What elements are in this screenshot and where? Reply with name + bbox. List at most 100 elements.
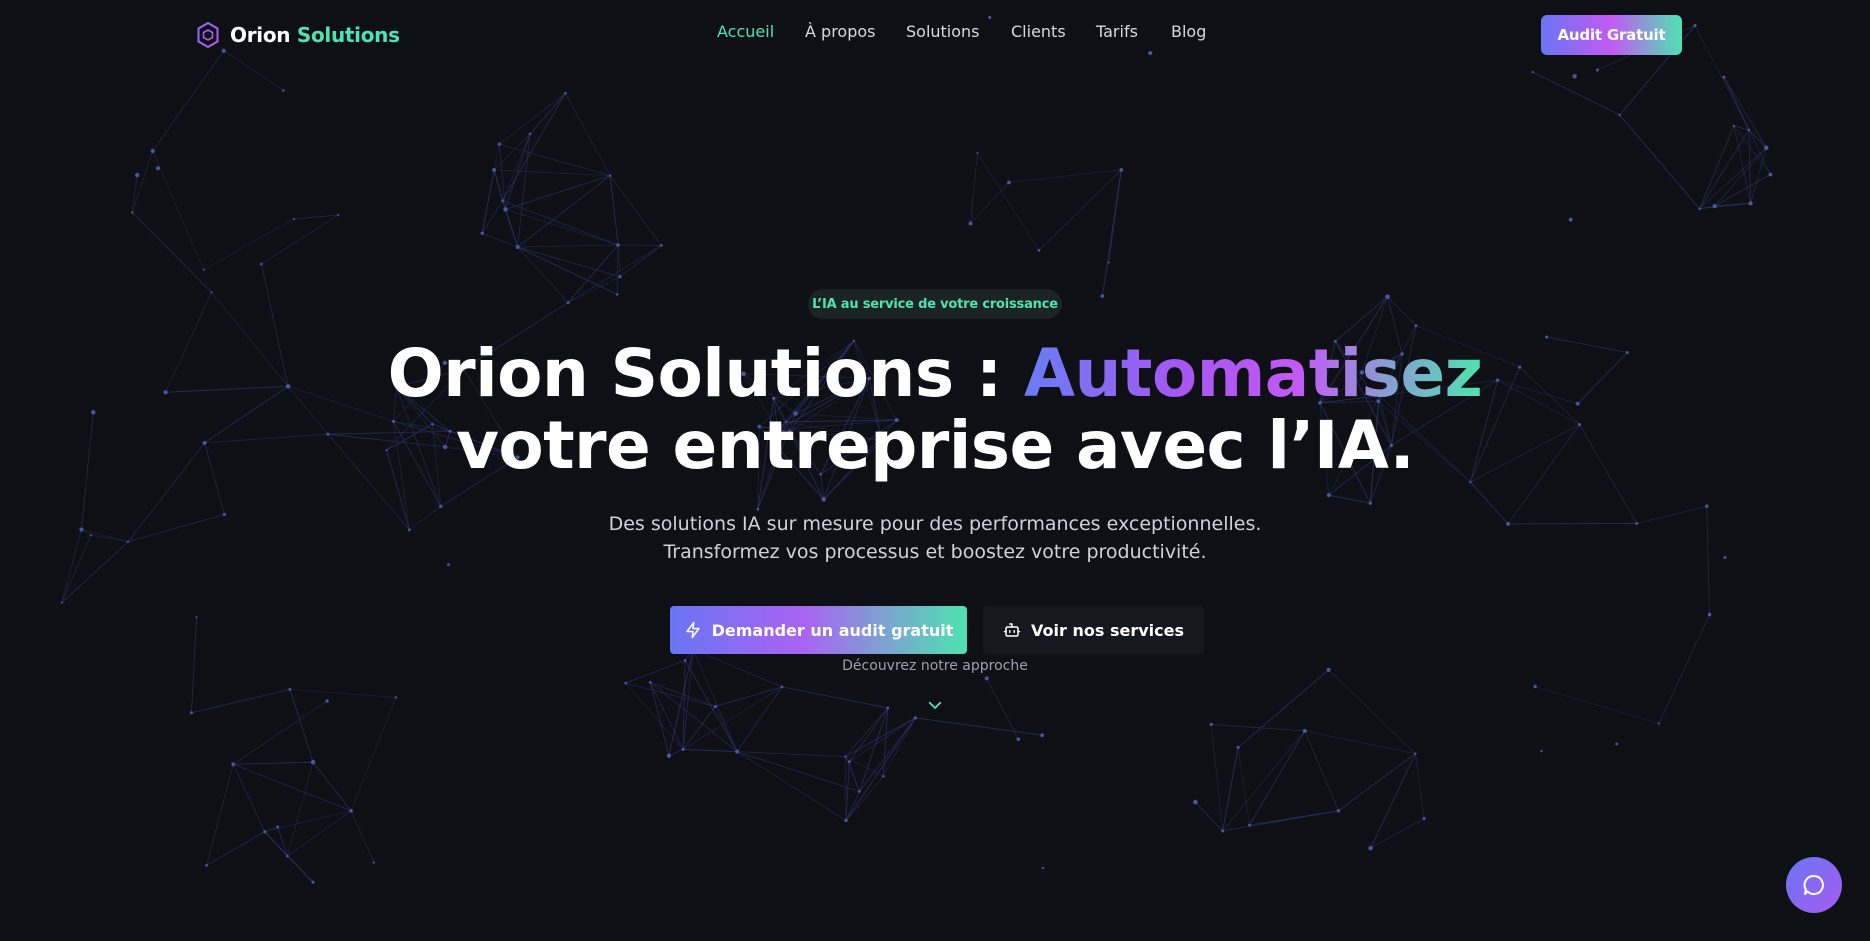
network-node xyxy=(292,217,295,221)
network-line xyxy=(1532,71,1620,116)
network-node xyxy=(847,760,851,764)
nav-item-a-propos[interactable]: À propos xyxy=(805,22,875,41)
network-line xyxy=(1008,169,1122,183)
chat-button[interactable] xyxy=(1786,857,1842,913)
hero-title-part1: Orion Solutions : xyxy=(387,335,1025,412)
network-line xyxy=(287,762,314,857)
network-node xyxy=(1531,70,1534,74)
network-line xyxy=(844,756,860,792)
audit-gratuit-button[interactable]: Audit Gratuit xyxy=(1541,15,1682,55)
network-node xyxy=(1768,172,1773,177)
network-line xyxy=(232,700,328,765)
request-audit-label: Demander un audit gratuit xyxy=(711,620,954,640)
network-node xyxy=(984,676,989,681)
network-line xyxy=(81,412,94,530)
network-line xyxy=(565,93,611,176)
network-node xyxy=(1712,204,1717,209)
network-node xyxy=(1506,522,1510,526)
network-node xyxy=(648,681,652,684)
network-node xyxy=(1732,124,1736,128)
network-line xyxy=(1222,747,1239,832)
nav-item-solutions[interactable]: Solutions xyxy=(906,22,980,41)
network-node xyxy=(222,512,226,516)
network-line xyxy=(287,810,352,857)
network-node xyxy=(439,504,443,509)
network-line xyxy=(204,442,225,515)
view-services-button[interactable]: Voir nos services xyxy=(983,606,1204,654)
network-line xyxy=(1370,753,1416,849)
network-line xyxy=(517,246,618,295)
network-node xyxy=(1540,749,1543,753)
network-node xyxy=(1748,201,1753,206)
network-line xyxy=(845,776,884,821)
network-line xyxy=(1387,296,1417,326)
network-line xyxy=(204,385,289,444)
network-node xyxy=(1302,728,1307,733)
network-line xyxy=(191,688,291,714)
network-line xyxy=(517,244,619,248)
network-node xyxy=(394,696,398,699)
network-line xyxy=(264,831,288,857)
network-line xyxy=(668,749,684,757)
network-node xyxy=(1368,501,1372,505)
hero-title: Orion Solutions : Automatisez votre entr… xyxy=(300,338,1570,482)
network-line xyxy=(1723,76,1767,148)
network-node xyxy=(528,132,532,136)
network-node xyxy=(202,440,207,445)
network-line xyxy=(1619,114,1700,210)
chevron-down-icon[interactable] xyxy=(926,696,944,714)
network-line xyxy=(609,175,619,246)
nav-item-blog[interactable]: Blog xyxy=(1171,22,1206,41)
network-line xyxy=(616,245,619,295)
network-line xyxy=(970,152,978,224)
network-line xyxy=(260,263,289,387)
network-node xyxy=(189,711,193,715)
network-line xyxy=(844,756,847,821)
network-line xyxy=(493,133,531,171)
network-line xyxy=(1237,669,1329,748)
network-node xyxy=(1040,733,1045,738)
network-line xyxy=(1038,169,1122,251)
network-node xyxy=(131,211,134,214)
network-line xyxy=(1249,730,1306,826)
network-line xyxy=(736,751,847,821)
network-line xyxy=(1699,125,1735,209)
network-line xyxy=(1237,747,1250,826)
network-node xyxy=(1747,128,1751,132)
network-line xyxy=(714,706,738,752)
network-node xyxy=(844,818,848,823)
network-node xyxy=(735,749,740,754)
network-node xyxy=(615,293,619,296)
network-line xyxy=(502,92,566,201)
network-node xyxy=(1100,294,1105,298)
network-node xyxy=(1533,684,1537,689)
network-line xyxy=(505,175,611,210)
network-line xyxy=(206,831,266,866)
nav-item-accueil[interactable]: Accueil xyxy=(717,22,774,41)
network-node xyxy=(163,390,168,395)
network-node xyxy=(968,221,973,226)
network-node xyxy=(503,207,508,212)
network-line xyxy=(152,150,205,270)
network-node xyxy=(1723,556,1727,559)
network-node xyxy=(1618,113,1621,117)
network-line xyxy=(350,810,375,863)
network-line xyxy=(915,717,1043,736)
nav-item-tarifs[interactable]: Tarifs xyxy=(1096,22,1138,41)
network-line xyxy=(131,174,138,213)
network-node xyxy=(497,142,501,146)
network-line xyxy=(1414,753,1425,819)
network-node xyxy=(155,166,161,171)
network-line xyxy=(1658,614,1710,724)
network-line xyxy=(970,182,1010,224)
network-line xyxy=(61,529,82,603)
network-node xyxy=(858,790,861,793)
network-line xyxy=(289,688,396,698)
hero-title-part2: votre entreprise avec l’IA. xyxy=(455,407,1415,484)
network-node xyxy=(337,213,340,216)
request-audit-button[interactable]: Demander un audit gratuit xyxy=(670,606,967,654)
network-line xyxy=(165,385,289,393)
nav-item-clients[interactable]: Clients xyxy=(1011,22,1066,41)
network-node xyxy=(91,410,96,415)
network-line xyxy=(625,682,716,707)
